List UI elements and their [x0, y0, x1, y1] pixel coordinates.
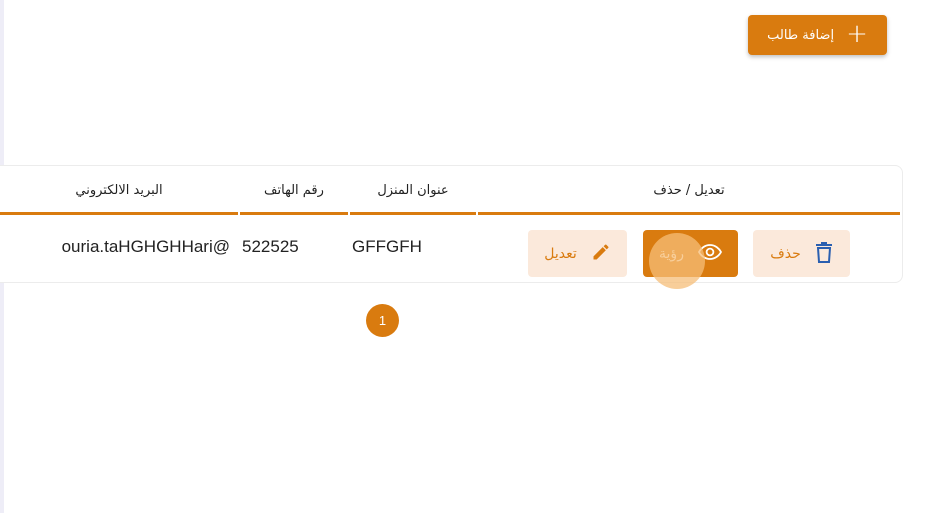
pencil-icon [591, 242, 611, 266]
edit-button[interactable]: تعديل [528, 230, 627, 277]
plus-icon: + [846, 18, 868, 49]
delete-label: حذف [770, 245, 801, 262]
view-label: رؤية [659, 245, 684, 262]
phone-cell: 522525 [242, 237, 299, 256]
header-email: البريد الالكتروني [75, 182, 163, 198]
header-actions: تعديل / حذف [653, 182, 725, 198]
header-underline [350, 212, 476, 215]
header-underline [0, 212, 238, 215]
header-phone: رقم الهاتف [264, 182, 324, 198]
email-cell: ouria.taHGHGHHari@ [0, 228, 230, 266]
header-address: عنوان المنزل [377, 182, 449, 198]
trash-icon [815, 241, 833, 267]
header-underline [478, 212, 900, 215]
delete-button[interactable]: حذف [753, 230, 850, 277]
view-button[interactable]: رؤية [643, 230, 738, 277]
pagination-page-1[interactable]: 1 [366, 304, 399, 337]
header-underline [240, 212, 348, 215]
add-student-label: إضافة طالب [767, 27, 835, 43]
edit-label: تعديل [544, 245, 577, 262]
eye-icon [697, 243, 722, 265]
students-table: البريد الالكتروني رقم الهاتف عنوان المنز… [0, 165, 903, 283]
email-value: ouria.taHGHGHHari@ [61, 237, 230, 256]
add-student-button[interactable]: إضافة طالب + [748, 15, 887, 55]
address-cell: GFFGFH [352, 237, 422, 256]
